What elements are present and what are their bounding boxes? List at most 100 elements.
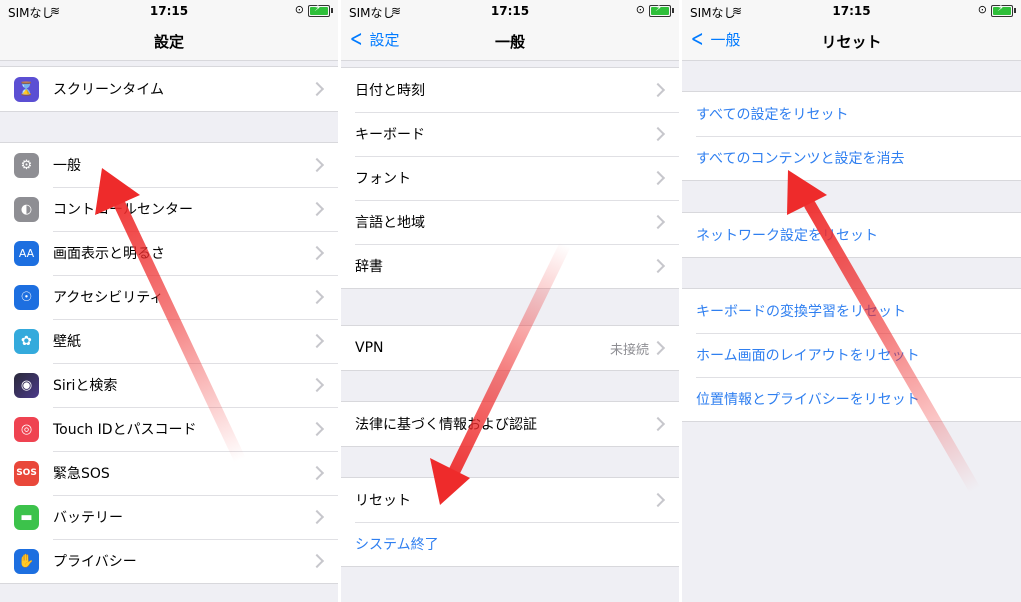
reset-option-label: 位置情報とプライバシーをリセット bbox=[696, 392, 920, 408]
chevron-right-icon bbox=[309, 201, 325, 217]
chevron-right-icon bbox=[650, 170, 666, 186]
settings-item-label: Touch IDとパスコード bbox=[53, 422, 197, 438]
status-bar: SIMなし ≋ 17:15 ⊙ ⚡ bbox=[341, 0, 679, 22]
general-panel: SIMなし ≋ 17:15 ⊙ ⚡ < 設定 一般 日付と時刻 キーボード フォ… bbox=[341, 0, 679, 602]
general-item-label: 辞書 bbox=[355, 259, 383, 275]
settings-item-label: 一般 bbox=[53, 158, 81, 174]
general-item-label: 言語と地域 bbox=[355, 215, 425, 231]
chevron-right-icon bbox=[309, 421, 325, 437]
settings-item-accessibility[interactable]: ☉ アクセシビリティ bbox=[0, 275, 338, 319]
reset-group-3: キーボードの変換学習をリセット ホーム画面のレイアウトをリセット 位置情報とプラ… bbox=[682, 288, 1021, 422]
general-item-fonts[interactable]: フォント bbox=[341, 156, 679, 200]
settings-item-label: スクリーンタイム bbox=[53, 82, 165, 98]
reset-option-label: すべてのコンテンツと設定を消去 bbox=[696, 151, 905, 167]
settings-item-label: アクセシビリティ bbox=[53, 290, 164, 306]
clock: 17:15 bbox=[149, 4, 189, 18]
settings-item-wallpaper[interactable]: ✿ 壁紙 bbox=[0, 319, 338, 363]
reset-all-settings-button[interactable]: すべての設定をリセット bbox=[682, 92, 1021, 136]
settings-item-label: 壁紙 bbox=[53, 334, 81, 350]
settings-item-control-center[interactable]: ◐ コントロールセンター bbox=[0, 187, 338, 231]
reset-panel: SIMなし ≋ 17:15 ⊙ ⚡ < 一般 リセット すべての設定をリセット … bbox=[682, 0, 1021, 602]
chevron-right-icon bbox=[650, 492, 666, 508]
settings-item-label: 緊急SOS bbox=[53, 466, 110, 482]
settings-item-label: 画面表示と明るさ bbox=[53, 246, 165, 262]
toggle-icon: ◐ bbox=[14, 196, 39, 222]
erase-all-content-button[interactable]: すべてのコンテンツと設定を消去 bbox=[682, 136, 1021, 180]
fingerprint-icon: ◎ bbox=[14, 416, 39, 442]
settings-item-privacy[interactable]: ✋ プライバシー bbox=[0, 539, 338, 583]
status-bar: SIMなし ≋ 17:15 ⊙ ⚡ bbox=[682, 0, 1021, 22]
general-item-reset[interactable]: リセット bbox=[341, 478, 679, 522]
general-group-1: 日付と時刻 キーボード フォント 言語と地域 辞書 bbox=[341, 67, 679, 289]
settings-item-siri[interactable]: ◉ Siriと検索 bbox=[0, 363, 338, 407]
settings-item-label: Siriと検索 bbox=[53, 378, 118, 394]
chevron-right-icon bbox=[650, 258, 666, 274]
settings-item-screen-time[interactable]: ⌛ スクリーンタイム bbox=[0, 67, 338, 111]
settings-item-sos[interactable]: SOS 緊急SOS bbox=[0, 451, 338, 495]
hourglass-icon: ⌛ bbox=[14, 76, 39, 102]
page-title: 一般 bbox=[494, 33, 525, 51]
status-bar: SIMなし ≋ 17:15 ⊙ ⚡ bbox=[0, 0, 338, 22]
settings-item-general[interactable]: ⚙ 一般 bbox=[0, 143, 338, 187]
rotation-lock-icon: ⊙ bbox=[294, 3, 304, 16]
chevron-right-icon bbox=[650, 214, 666, 230]
chevron-right-icon bbox=[309, 157, 325, 173]
general-item-legal[interactable]: 法律に基づく情報および認証 bbox=[341, 402, 679, 446]
settings-item-battery[interactable]: ▬ バッテリー bbox=[0, 495, 338, 539]
shutdown-label: システム終了 bbox=[355, 537, 439, 553]
general-item-label: リセット bbox=[355, 493, 411, 509]
chevron-right-icon bbox=[309, 465, 325, 481]
chevron-right-icon bbox=[650, 126, 666, 142]
chevron-right-icon bbox=[309, 289, 325, 305]
chevron-right-icon bbox=[309, 509, 325, 525]
rotation-lock-icon: ⊙ bbox=[977, 3, 987, 16]
nav-bar: < 設定 一般 bbox=[341, 22, 679, 61]
reset-home-layout-button[interactable]: ホーム画面のレイアウトをリセット bbox=[682, 333, 1021, 377]
general-group-legal: 法律に基づく情報および認証 bbox=[341, 401, 679, 447]
general-item-label: 日付と時刻 bbox=[355, 83, 425, 99]
settings-item-display[interactable]: AA 画面表示と明るさ bbox=[0, 231, 338, 275]
settings-item-touch-id[interactable]: ◎ Touch IDとパスコード bbox=[0, 407, 338, 451]
reset-option-label: すべての設定をリセット bbox=[696, 107, 849, 123]
settings-item-label: プライバシー bbox=[53, 554, 137, 570]
reset-option-label: キーボードの変換学習をリセット bbox=[696, 304, 906, 320]
chevron-right-icon bbox=[650, 340, 666, 356]
general-group-reset: リセット システム終了 bbox=[341, 477, 679, 567]
settings-panel: SIMなし ≋ 17:15 ⊙ ⚡ 設定 ⌛ スクリーンタイム ⚙ 一般 ◐ コ… bbox=[0, 0, 338, 602]
battery-icon: ⚡ bbox=[308, 3, 333, 17]
hand-icon: ✋ bbox=[14, 548, 39, 574]
settings-group-main: ⚙ 一般 ◐ コントロールセンター AA 画面表示と明るさ ☉ アクセシビリティ… bbox=[0, 142, 338, 584]
clock: 17:15 bbox=[832, 4, 871, 18]
chevron-right-icon bbox=[309, 333, 325, 349]
general-item-date-time[interactable]: 日付と時刻 bbox=[341, 68, 679, 112]
chevron-right-icon bbox=[309, 377, 325, 393]
battery-icon: ⚡ bbox=[991, 3, 1016, 17]
settings-item-label: コントロールセンター bbox=[53, 202, 193, 218]
nav-bar: 設定 bbox=[0, 22, 338, 61]
general-item-keyboard[interactable]: キーボード bbox=[341, 112, 679, 156]
general-item-dictionary[interactable]: 辞書 bbox=[341, 244, 679, 288]
accessibility-icon: ☉ bbox=[14, 284, 39, 310]
settings-group-top: ⌛ スクリーンタイム bbox=[0, 66, 338, 112]
reset-network-button[interactable]: ネットワーク設定をリセット bbox=[682, 213, 1021, 257]
page-title: 設定 bbox=[153, 33, 184, 51]
chevron-right-icon bbox=[650, 416, 666, 432]
flower-icon: ✿ bbox=[14, 328, 39, 354]
chevron-right-icon bbox=[650, 82, 666, 98]
nav-bar: < 一般 リセット bbox=[682, 22, 1021, 61]
reset-location-privacy-button[interactable]: 位置情報とプライバシーをリセット bbox=[682, 377, 1021, 421]
reset-keyboard-dictionary-button[interactable]: キーボードの変換学習をリセット bbox=[682, 289, 1021, 333]
general-item-label: 法律に基づく情報および認証 bbox=[355, 417, 537, 433]
chevron-right-icon bbox=[309, 553, 325, 569]
general-item-label: フォント bbox=[355, 171, 411, 187]
reset-option-label: ネットワーク設定をリセット bbox=[696, 228, 878, 244]
reset-group-1: すべての設定をリセット すべてのコンテンツと設定を消去 bbox=[682, 91, 1021, 181]
general-item-vpn[interactable]: VPN 未接続 bbox=[341, 326, 679, 370]
clock: 17:15 bbox=[490, 4, 530, 18]
general-group-vpn: VPN 未接続 bbox=[341, 325, 679, 371]
vpn-status-value: 未接続 bbox=[609, 342, 649, 358]
shutdown-button[interactable]: システム終了 bbox=[341, 522, 679, 566]
chevron-right-icon bbox=[309, 245, 325, 261]
reset-option-label: ホーム画面のレイアウトをリセット bbox=[696, 348, 920, 364]
general-item-language-region[interactable]: 言語と地域 bbox=[341, 200, 679, 244]
